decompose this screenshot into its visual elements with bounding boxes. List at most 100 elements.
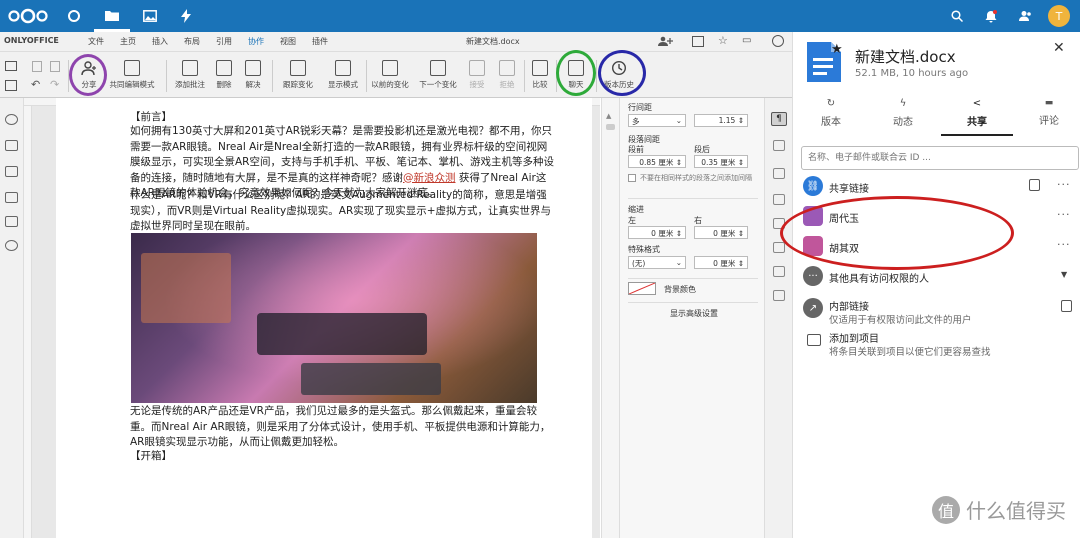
dashboard-app-icon[interactable] [56, 0, 92, 32]
copy-icon[interactable] [32, 61, 42, 72]
share-link-label[interactable]: 共享链接 [829, 180, 869, 195]
nextcloud-logo-icon[interactable] [8, 8, 48, 24]
contacts-icon[interactable] [1010, 0, 1040, 32]
tab-versions[interactable]: ↻ 版本 [801, 98, 861, 134]
navigation-panel-icon[interactable] [5, 192, 18, 203]
scroll-up-arrow-icon[interactable]: ▲ [606, 112, 611, 120]
reject-change-button[interactable]: 拒绝 [494, 56, 520, 96]
user-avatar[interactable]: T [1048, 5, 1070, 27]
about-icon[interactable] [5, 240, 18, 251]
chart-settings-icon[interactable] [773, 242, 785, 253]
co-editing-mode-button[interactable]: 共同编辑模式 [104, 56, 160, 96]
chat-panel-icon[interactable] [5, 166, 18, 177]
no-space-checkbox[interactable] [628, 174, 636, 182]
paragraph-settings-icon[interactable]: ¶ [771, 112, 787, 126]
user-huqishuang-menu-icon[interactable]: ··· [1057, 238, 1071, 251]
share-button[interactable]: 分享 [76, 56, 102, 96]
shared-user-zhoudaiyu[interactable]: 周代玉 [829, 210, 859, 225]
add-to-project-icon [807, 334, 821, 346]
document-scrollbar[interactable]: ▲ [601, 98, 619, 538]
favorite-star-icon[interactable]: ★ [831, 42, 843, 57]
files-app-icon[interactable] [94, 0, 130, 32]
comments-panel-icon[interactable] [5, 140, 18, 151]
previous-change-button[interactable]: 以前的变化 [368, 56, 412, 96]
table-settings-icon[interactable] [773, 140, 785, 151]
others-with-access-label[interactable]: 其他具有访问权限的人 [829, 270, 929, 285]
share-link-menu-icon[interactable]: ··· [1057, 178, 1071, 191]
image-settings-icon[interactable] [773, 168, 785, 179]
menu-layout[interactable]: 布局 [184, 36, 200, 47]
menu-insert[interactable]: 插入 [152, 36, 168, 47]
tab-activity[interactable]: ϟ 动态 [873, 98, 933, 134]
line-spacing-label: 行间距 [628, 103, 652, 112]
search-icon[interactable] [942, 0, 972, 32]
version-history-button[interactable]: 版本历史 [602, 56, 636, 96]
tab-sharing[interactable]: < 共享 [941, 98, 1013, 136]
header-footer-settings-icon[interactable] [773, 194, 785, 205]
track-changes-button[interactable]: 跟踪变化 [278, 56, 318, 96]
shape-settings-icon[interactable] [773, 218, 785, 229]
spacing-after-input[interactable]: 0.35 厘米 ⇕ [694, 155, 748, 168]
menu-references[interactable]: 引用 [216, 36, 232, 47]
text-art-settings-icon[interactable] [773, 266, 785, 277]
indent-right-input[interactable]: 0 厘米 ⇕ [694, 226, 748, 239]
special-amount-input[interactable]: 0 厘米 ⇕ [694, 256, 748, 269]
undo-icon[interactable]: ↶ [31, 78, 40, 91]
line-spacing-value-input[interactable]: 1.15 ⇕ [694, 114, 748, 127]
menu-view[interactable]: 视图 [280, 36, 296, 47]
share-search-input[interactable] [801, 146, 1079, 170]
menu-collaboration[interactable]: 协作 [248, 36, 264, 47]
shared-user-huqishuang[interactable]: 胡其双 [829, 240, 859, 255]
tab-comments[interactable]: ▬ 评论 [1019, 98, 1079, 134]
after-label: 段后 [694, 145, 710, 154]
add-comment-button[interactable]: 添加批注 [172, 56, 208, 96]
user-account-icon[interactable] [772, 35, 784, 47]
internal-link-label[interactable]: 内部链接 [829, 298, 869, 313]
notifications-bell-icon[interactable] [976, 0, 1006, 32]
add-to-project-description: 将条目关联到项目以便它们更容易查找 [829, 347, 991, 358]
resolve-comment-button[interactable]: 解决 [240, 56, 266, 96]
paste-icon[interactable] [50, 61, 60, 72]
special-format-select[interactable]: (无) ⌄ [628, 256, 686, 269]
doc-paragraph-2[interactable]: 什么是AR呢？和VR有什么区别呢？AR的是英文Augmented Reality… [130, 188, 554, 235]
copy-internal-link-icon[interactable] [1061, 300, 1072, 312]
user-avatar-huqishuang [803, 236, 823, 256]
copy-link-icon[interactable] [1029, 179, 1040, 191]
add-to-project-label[interactable]: 添加到项目 [829, 330, 879, 345]
spacing-before-input[interactable]: 0.85 厘米 ⇕ [628, 155, 686, 168]
next-change-button[interactable]: 下一个变化 [415, 56, 461, 96]
activity-app-icon[interactable] [168, 0, 204, 32]
menu-file[interactable]: 文件 [88, 36, 104, 47]
feedback-panel-icon[interactable] [5, 216, 18, 227]
doc-heading-unboxing[interactable]: 【开箱】 [130, 449, 554, 465]
doc-mention-link[interactable]: @新浪众测 [403, 172, 456, 184]
delete-comment-button[interactable]: 删除 [212, 56, 236, 96]
add-user-icon[interactable] [658, 36, 674, 47]
display-mode-button[interactable]: 显示模式 [322, 56, 364, 96]
photos-app-icon[interactable] [132, 0, 168, 32]
open-location-icon[interactable] [692, 36, 704, 47]
search-panel-icon[interactable] [5, 114, 18, 125]
print-icon[interactable] [5, 61, 17, 71]
redo-icon[interactable]: ↷ [50, 78, 59, 91]
scroll-thumb[interactable] [606, 124, 615, 130]
doc-paragraph-3[interactable]: 无论是传统的AR产品还是VR产品，我们见过最多的是头盔式。那么佩戴起来，重量会较… [130, 404, 554, 451]
background-color-picker[interactable] [628, 282, 656, 295]
user-zhoudaiyu-menu-icon[interactable]: ··· [1057, 208, 1071, 221]
favorite-star-icon[interactable]: ☆ [718, 34, 728, 47]
line-spacing-mode-select[interactable]: 多 ⌄ [628, 114, 686, 127]
signature-settings-icon[interactable] [773, 290, 785, 301]
menu-home[interactable]: 主页 [120, 36, 136, 47]
chat-button[interactable]: 聊天 [564, 56, 588, 96]
show-advanced-settings-link[interactable]: 显示高级设置 [670, 308, 718, 319]
close-sidebar-icon[interactable]: ✕ [1053, 40, 1065, 56]
view-settings-icon[interactable]: ▭ [742, 35, 751, 46]
right-settings-strip: ¶ [764, 98, 792, 538]
save-icon[interactable] [5, 80, 17, 91]
expand-others-chevron-icon[interactable]: ▼ [1061, 270, 1067, 279]
menu-plugins[interactable]: 插件 [312, 36, 328, 47]
compare-button[interactable]: 比较 [528, 56, 552, 96]
accept-change-button[interactable]: 接受 [464, 56, 490, 96]
indent-left-input[interactable]: 0 厘米 ⇕ [628, 226, 686, 239]
doc-embedded-image[interactable] [131, 233, 537, 403]
